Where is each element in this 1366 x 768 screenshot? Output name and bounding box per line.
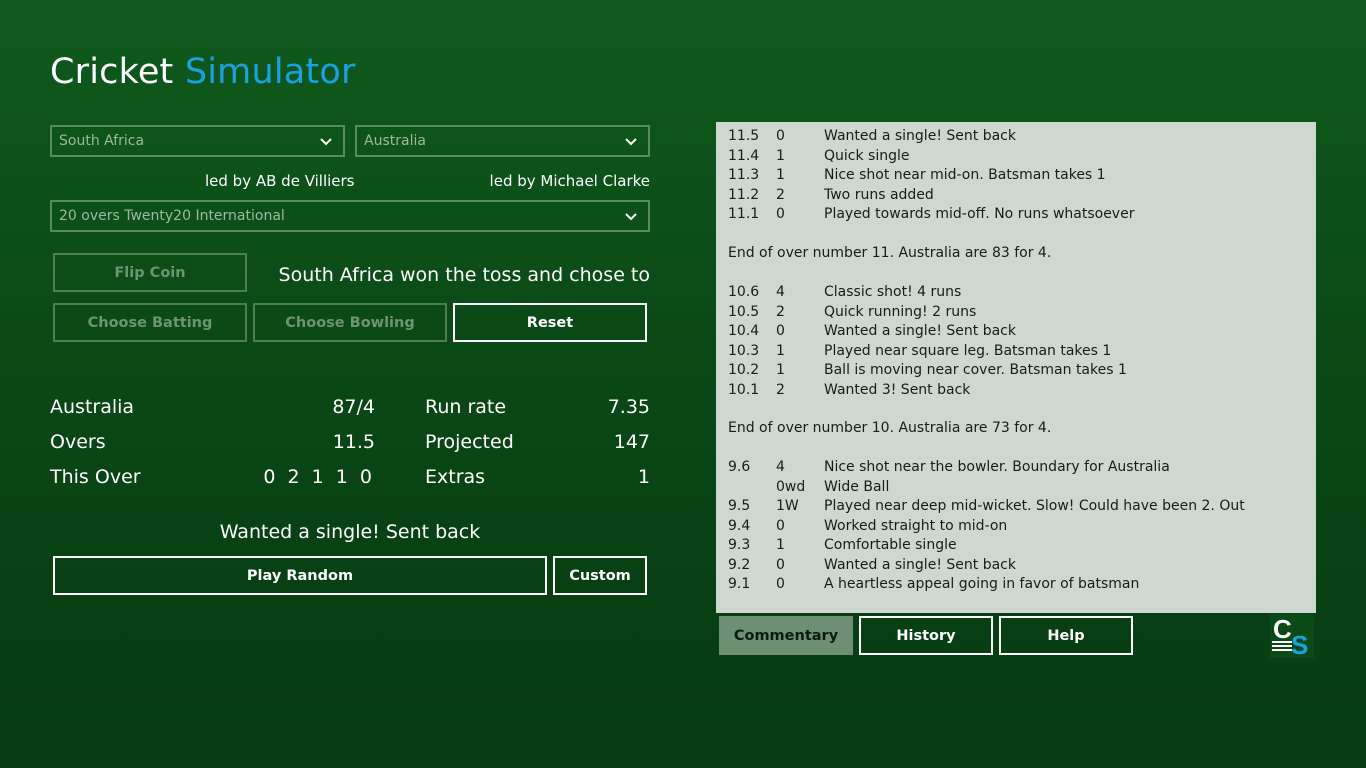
logo-letter-s: S [1291,630,1308,658]
ball-runs: 1 [776,167,785,183]
ball-runs: 1W [776,498,799,514]
ball-number: 10.6 [728,284,760,300]
ball-text: Wanted a single! Sent back [824,128,1016,144]
this-over-label: This Over [50,466,141,488]
over-summary: End of over number 11. Australia are 83 … [728,245,1052,261]
format-select-value: 20 overs Twenty20 International [59,208,285,224]
overs-label: Overs [50,431,106,453]
play-random-button[interactable]: Play Random [53,556,547,595]
format-select[interactable]: 20 overs Twenty20 International [50,200,650,232]
app-title: Cricket Simulator [50,52,356,92]
ball-runs: 4 [776,284,785,300]
custom-button[interactable]: Custom [553,556,647,595]
ball-runs: 0 [776,323,785,339]
chevron-down-icon [624,209,638,223]
ball-text: Classic shot! 4 runs [824,284,962,300]
ball-number: 10.2 [728,362,760,378]
ball-text: Quick single [824,147,910,164]
projected-label: Projected [425,431,514,453]
ball-number: 11.2 [728,186,760,203]
projected-value: 147 [613,431,650,453]
commentary-panel[interactable]: 11.5 0 Wanted a single! Sent back 11.4 1… [716,122,1316,613]
team-score-label: Australia [50,396,135,418]
ball-text: Played near deep mid-wicket. Slow! Could… [824,498,1245,514]
choose-bowling-button[interactable]: Choose Bowling [253,303,447,342]
logo-letter-c: C [1273,614,1292,644]
over-summary: End of over number 10. Australia are 73 … [728,420,1052,436]
ball-number: 9.1 [728,576,751,592]
ball-runs: 1 [776,537,785,553]
chevron-down-icon [319,134,333,148]
ball-text: Played towards mid-off. No runs whatsoev… [824,206,1135,222]
app-logo: C S [1270,614,1314,660]
ball-number: 9.4 [728,517,751,534]
ball-runs: 0 [776,128,785,144]
app-title-main: Cricket [50,52,174,92]
ball-runs: 1 [776,147,785,164]
extras-label: Extras [425,466,486,488]
tab-history[interactable]: History [859,616,993,655]
run-rate-value: 7.35 [607,396,650,418]
ball-number: 9.6 [728,459,751,475]
toss-result: South Africa won the toss and chose to [278,264,650,286]
extras-value: 1 [637,466,650,488]
ball-runs: 4 [776,459,785,475]
ball-text: Comfortable single [824,537,957,553]
this-over-value: 0 2 1 1 0 [263,466,375,488]
team1-captain: led by AB de Villiers [205,172,355,190]
ball-text: Wide Ball [824,478,890,495]
ball-runs: 0 [776,576,785,592]
ball-number: 10.1 [728,381,760,398]
ball-runs: 2 [776,186,785,203]
choose-batting-button[interactable]: Choose Batting [53,303,247,342]
ball-runs: 1 [776,342,785,359]
ball-text: Ball is moving near cover. Batsman takes… [824,362,1127,378]
team-score-value: 87/4 [332,396,375,418]
ball-runs: 0wd [776,478,806,495]
ball-runs: 0 [776,556,785,573]
flip-coin-button[interactable]: Flip Coin [53,253,247,292]
team2-captain: led by Michael Clarke [489,172,650,190]
ball-number: 10.4 [728,323,760,339]
ball-text: A heartless appeal going in favor of bat… [824,576,1140,592]
ball-text: Worked straight to mid-on [824,517,1008,534]
ball-number: 9.5 [728,498,751,514]
team2-select-value: Australia [364,133,426,149]
ball-text: Wanted a single! Sent back [824,323,1016,339]
team1-select-value: South Africa [59,133,145,149]
app-title-accent: Simulator [184,52,356,92]
ball-number: 11.4 [728,147,760,164]
overs-value: 11.5 [332,431,375,453]
ball-number: 11.5 [728,128,760,144]
ball-number: 10.5 [728,303,760,320]
ball-runs: 2 [776,381,785,398]
chevron-down-icon [624,134,638,148]
ball-runs: 0 [776,206,785,222]
ball-runs: 1 [776,362,785,378]
team2-select[interactable]: Australia [355,125,650,157]
ball-text: Wanted 3! Sent back [824,381,971,398]
ball-text: Wanted a single! Sent back [824,556,1016,573]
ball-text: Played near square leg. Batsman takes 1 [824,342,1112,359]
team1-select[interactable]: South Africa [50,125,345,157]
last-ball-commentary: Wanted a single! Sent back [219,521,481,543]
ball-number: 9.2 [728,556,751,573]
ball-text: Quick running! 2 runs [824,303,977,320]
ball-text: Nice shot near the bowler. Boundary for … [824,459,1170,475]
ball-number: 11.3 [728,167,760,183]
ball-number: 11.1 [728,206,760,222]
ball-runs: 0 [776,517,785,534]
ball-number: 10.3 [728,342,760,359]
ball-number: 9.3 [728,537,751,553]
run-rate-label: Run rate [425,396,507,418]
ball-runs: 2 [776,303,785,320]
tab-help[interactable]: Help [999,616,1133,655]
ball-text: Two runs added [824,186,934,203]
tab-commentary[interactable]: Commentary [719,616,853,655]
reset-button[interactable]: Reset [453,303,647,342]
ball-text: Nice shot near mid-on. Batsman takes 1 [824,167,1106,183]
